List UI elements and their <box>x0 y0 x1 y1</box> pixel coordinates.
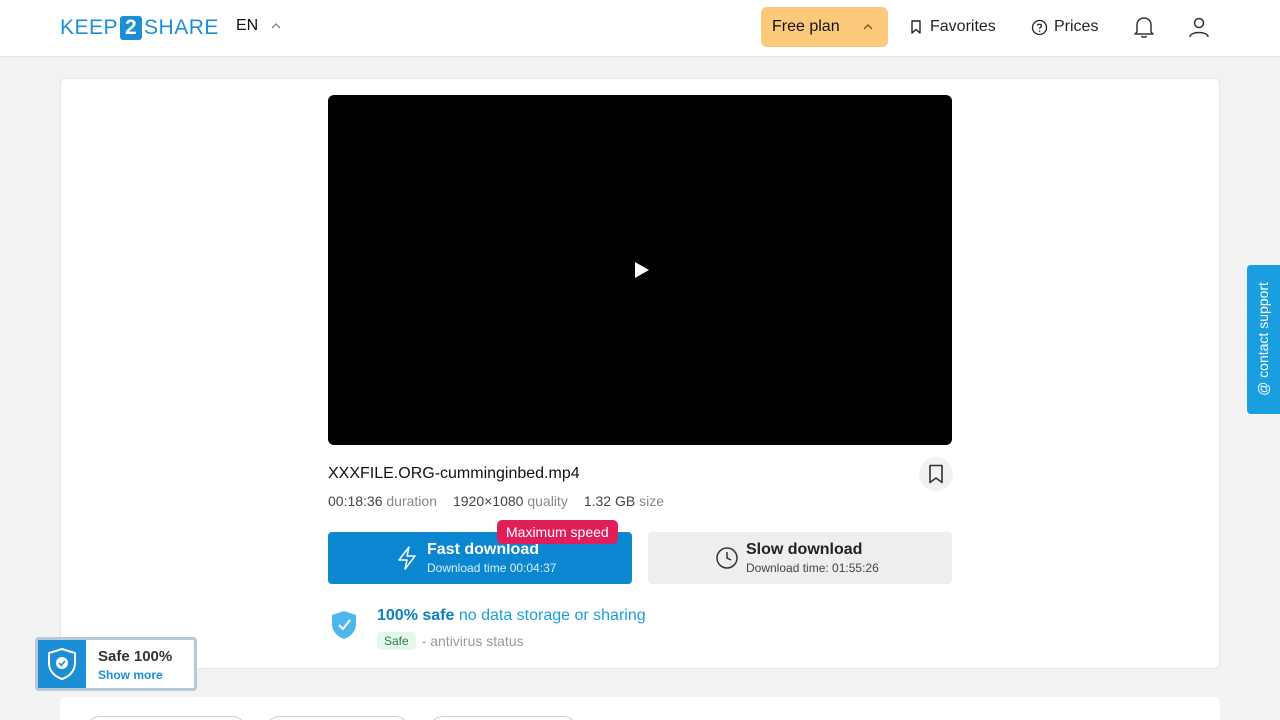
favorites-label: Favorites <box>930 18 996 35</box>
quality-info: 1920×1080 quality <box>453 493 568 509</box>
contact-support-tab[interactable]: @ contact support <box>1247 265 1280 414</box>
size-info: 1.32 GB size <box>584 493 664 509</box>
widget-title: Safe 100% <box>98 648 173 665</box>
language-label: EN <box>236 17 259 34</box>
bell-icon <box>1134 17 1154 38</box>
language-selector[interactable]: EN <box>236 17 282 35</box>
antivirus-status: Safe - antivirus status <box>377 632 524 650</box>
fast-download-time: Download time 00:04:37 <box>427 561 557 575</box>
lightning-icon <box>398 546 416 570</box>
shield-check-icon <box>48 647 76 681</box>
video-player[interactable] <box>328 95 952 445</box>
clock-icon <box>716 547 738 569</box>
add-to-favorites-button[interactable] <box>919 457 953 491</box>
logo-text-left: KEEP <box>60 15 119 39</box>
quality-value: 1920×1080 <box>452 493 524 509</box>
file-meta: 00:18:36 duration 1920×1080 quality 1.32… <box>328 493 664 509</box>
safety-bold: 100% safe <box>377 607 455 624</box>
prices-link[interactable]: Prices <box>1031 15 1098 39</box>
free-plan-button[interactable]: Free plan <box>761 7 888 47</box>
antivirus-label: - antivirus status <box>421 633 524 649</box>
play-icon[interactable] <box>634 261 650 279</box>
filter-pill[interactable] <box>428 716 578 720</box>
user-icon <box>1189 17 1209 38</box>
duration-value: 00:18:36 <box>328 493 383 509</box>
lower-card <box>60 697 1220 720</box>
quality-label: quality <box>527 493 568 509</box>
slow-download-label: Slow download <box>746 541 863 558</box>
account-button[interactable] <box>1186 14 1212 40</box>
bookmark-icon <box>911 20 921 34</box>
filter-pill[interactable] <box>265 716 410 720</box>
show-more-link[interactable]: Show more <box>98 668 163 682</box>
duration-info: 00:18:36 duration <box>328 493 437 509</box>
safety-text: no data storage or sharing <box>458 607 646 624</box>
size-value: 1.32 GB <box>583 493 636 509</box>
prices-label: Prices <box>1054 18 1099 35</box>
safety-statement: 100% safe no data storage or sharing <box>377 607 646 625</box>
logo-number: 2 <box>120 15 143 40</box>
max-speed-badge: Maximum speed <box>497 520 618 544</box>
logo-text-right: SHARE <box>144 15 219 39</box>
shield-icon-box <box>38 640 86 688</box>
favorites-link[interactable]: Favorites <box>908 15 996 39</box>
size-label: size <box>639 493 664 509</box>
help-circle-icon <box>1031 19 1048 35</box>
notifications-button[interactable] <box>1131 14 1157 40</box>
shield-check-icon <box>332 611 356 639</box>
bookmark-icon <box>929 464 943 484</box>
slow-download-time: Download time: 01:55:26 <box>746 561 879 575</box>
logo[interactable]: KEEP 2 SHARE <box>60 15 219 40</box>
duration-label: duration <box>386 493 437 509</box>
filter-pill[interactable] <box>85 716 247 720</box>
plan-label: Free plan <box>772 18 840 35</box>
chevron-up-icon <box>271 23 281 29</box>
safe-badge-widget[interactable]: Safe 100% Show more <box>35 637 197 691</box>
status-badge: Safe <box>377 632 416 650</box>
top-header: KEEP 2 SHARE EN Free plan Favorites Pric… <box>0 0 1280 57</box>
contact-support-label: @ contact support <box>1255 282 1271 396</box>
chevron-up-icon <box>863 24 873 30</box>
file-name: XXXFILE.ORG-cumminginbed.mp4 <box>328 465 580 482</box>
slow-download-button[interactable]: Slow download Download time: 01:55:26 <box>648 532 952 584</box>
